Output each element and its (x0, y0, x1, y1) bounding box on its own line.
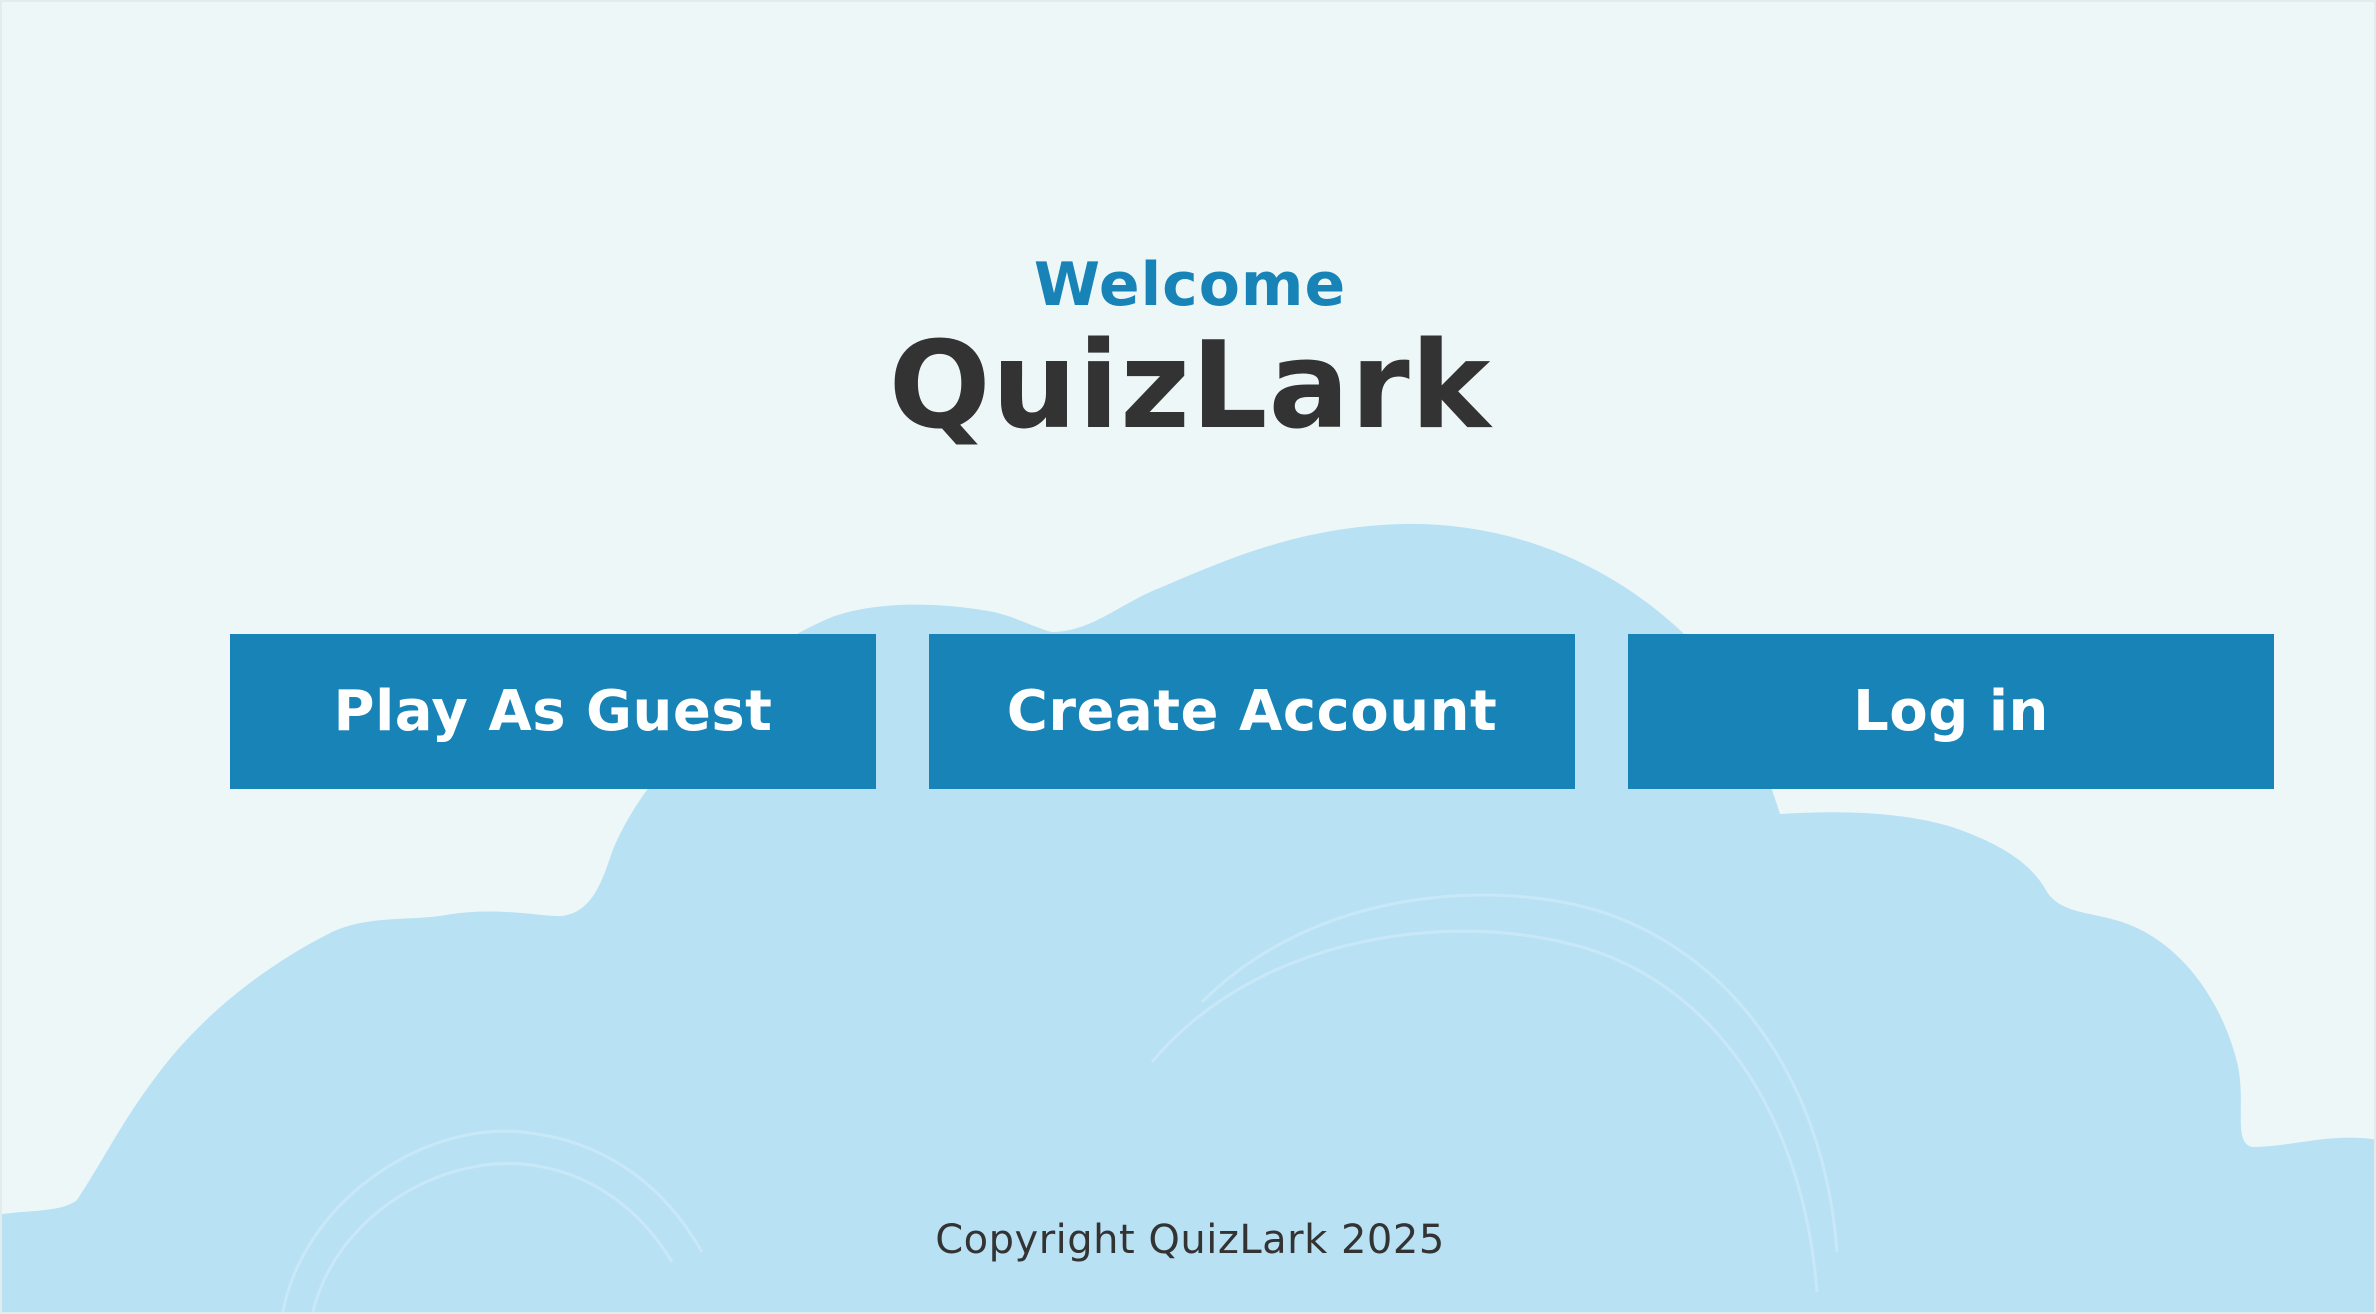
log-in-button[interactable]: Log in (1628, 634, 2274, 789)
create-account-button[interactable]: Create Account (929, 634, 1575, 789)
copyright-footer: Copyright QuizLark 2025 (935, 1217, 1445, 1263)
welcome-heading: Welcome (1033, 250, 1347, 320)
create-account-label: Create Account (1006, 679, 1498, 744)
brand-title: QuizLark (888, 317, 1492, 456)
log-in-label: Log in (1853, 679, 2049, 744)
play-as-guest-label: Play As Guest (333, 679, 773, 744)
play-as-guest-button[interactable]: Play As Guest (230, 634, 876, 789)
landing-page: Welcome QuizLark Play As Guest Create Ac… (0, 0, 2376, 1314)
